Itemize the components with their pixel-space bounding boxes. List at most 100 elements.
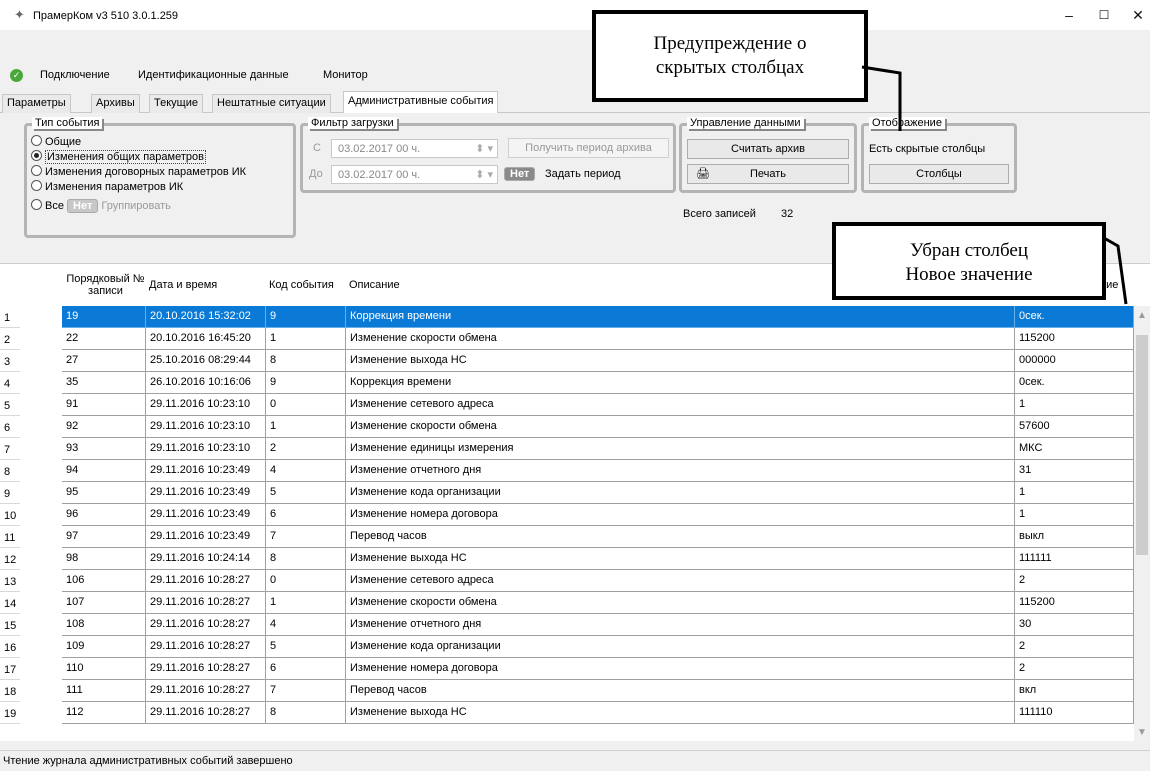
cell-datetime[interactable]: 25.10.2016 08:29:44 xyxy=(146,350,266,372)
cell-value[interactable]: вкл xyxy=(1015,680,1134,702)
cell-event-code[interactable]: 7 xyxy=(266,526,346,548)
cell-value[interactable]: 31 xyxy=(1015,460,1134,482)
cell-datetime[interactable]: 29.11.2016 10:28:27 xyxy=(146,702,266,724)
get-archive-period-button[interactable]: Получить период архива xyxy=(508,138,669,158)
menu-connection[interactable]: Подключение xyxy=(40,69,110,81)
radio-all-circle[interactable] xyxy=(31,199,42,210)
cell-description[interactable]: Изменение отчетного дня xyxy=(346,460,1015,482)
cell-event-code[interactable]: 5 xyxy=(266,636,346,658)
cell-value[interactable]: МКС xyxy=(1015,438,1134,460)
cell-value[interactable]: 0сек. xyxy=(1015,306,1134,328)
table-row[interactable]: 16 109 29.11.2016 10:28:27 5 Изменение кода … xyxy=(0,636,1134,658)
cell-event-code[interactable]: 8 xyxy=(266,350,346,372)
menu-monitor[interactable]: Монитор xyxy=(323,69,368,81)
cell-event-code[interactable]: 1 xyxy=(266,592,346,614)
cell-datetime[interactable]: 29.11.2016 10:28:27 xyxy=(146,614,266,636)
header-datetime[interactable]: Дата и время xyxy=(146,264,263,306)
radio-contract-params-circle[interactable] xyxy=(31,165,42,176)
cell-description[interactable]: Изменение кода организации xyxy=(346,636,1015,658)
cell-record-number[interactable]: 91 xyxy=(62,394,146,416)
print-button[interactable]: 🖨 Печать xyxy=(687,164,849,184)
cell-record-number[interactable]: 19 xyxy=(62,306,146,328)
cell-record-number[interactable]: 22 xyxy=(62,328,146,350)
cell-datetime[interactable]: 29.11.2016 10:23:49 xyxy=(146,504,266,526)
cell-datetime[interactable]: 29.11.2016 10:23:10 xyxy=(146,394,266,416)
tab-emergency[interactable]: Нештатные ситуации xyxy=(212,94,331,113)
cell-description[interactable]: Изменение выхода НС xyxy=(346,548,1015,570)
menu-identification[interactable]: Идентификационные данные xyxy=(138,69,289,81)
table-row[interactable]: 19 112 29.11.2016 10:28:27 8 Изменение выход… xyxy=(0,702,1134,724)
cell-record-number[interactable]: 92 xyxy=(62,416,146,438)
cell-value[interactable]: 115200 xyxy=(1015,592,1134,614)
table-row[interactable]: 18 111 29.11.2016 10:28:27 7 Перевод часов вк… xyxy=(0,680,1134,702)
radio-contract-params[interactable]: Изменения договорных параметров ИК xyxy=(31,165,246,179)
cell-datetime[interactable]: 29.11.2016 10:28:27 xyxy=(146,636,266,658)
cell-value[interactable]: 30 xyxy=(1015,614,1134,636)
to-spin-icon[interactable]: ⬍ ▾ xyxy=(475,168,493,181)
table-row[interactable]: 5 91 29.11.2016 10:23:10 0 Изменение сетевог… xyxy=(0,394,1134,416)
cell-event-code[interactable]: 4 xyxy=(266,614,346,636)
cell-value[interactable]: 000000 xyxy=(1015,350,1134,372)
cell-record-number[interactable]: 98 xyxy=(62,548,146,570)
table-row[interactable]: 3 27 25.10.2016 08:29:44 8 Изменение выхода … xyxy=(0,350,1134,372)
cell-datetime[interactable]: 29.11.2016 10:23:10 xyxy=(146,438,266,460)
from-spin-icon[interactable]: ⬍ ▾ xyxy=(475,142,493,155)
cell-description[interactable]: Коррекция времени xyxy=(346,306,1015,328)
cell-event-code[interactable]: 2 xyxy=(266,438,346,460)
cell-description[interactable]: Изменение выхода НС xyxy=(346,702,1015,724)
table-row[interactable]: 7 93 29.11.2016 10:23:10 2 Изменение единицы… xyxy=(0,438,1134,460)
table-row[interactable]: 1 19 20.10.2016 15:32:02 9 Коррекция времени… xyxy=(0,306,1134,328)
table-row[interactable]: 13 106 29.11.2016 10:28:27 0 Изменение сетев… xyxy=(0,570,1134,592)
cell-event-code[interactable]: 9 xyxy=(266,306,346,328)
tab-admin-events[interactable]: Административные события xyxy=(343,91,499,114)
read-archive-button[interactable]: Считать архив xyxy=(687,139,849,159)
cell-datetime[interactable]: 29.11.2016 10:23:49 xyxy=(146,460,266,482)
cell-datetime[interactable]: 29.11.2016 10:23:10 xyxy=(146,416,266,438)
tab-archives[interactable]: Архивы xyxy=(91,94,140,113)
cell-datetime[interactable]: 29.11.2016 10:28:27 xyxy=(146,570,266,592)
table-row[interactable]: 9 95 29.11.2016 10:23:49 5 Изменение кода ор… xyxy=(0,482,1134,504)
to-date-field[interactable]: 03.02.2017 00 ч. ⬍ ▾ xyxy=(331,165,498,184)
cell-datetime[interactable]: 20.10.2016 16:45:20 xyxy=(146,328,266,350)
cell-record-number[interactable]: 94 xyxy=(62,460,146,482)
from-date-field[interactable]: 03.02.2017 00 ч. ⬍ ▾ xyxy=(331,139,498,158)
cell-description[interactable]: Изменение выхода НС xyxy=(346,350,1015,372)
cell-description[interactable]: Перевод часов xyxy=(346,526,1015,548)
radio-ik-params[interactable]: Изменения параметров ИК xyxy=(31,180,183,194)
table-row[interactable]: 11 97 29.11.2016 10:23:49 7 Перевод часов вык… xyxy=(0,526,1134,548)
cell-datetime[interactable]: 26.10.2016 10:16:06 xyxy=(146,372,266,394)
vertical-scrollbar[interactable]: ▲ ▼ xyxy=(1134,306,1150,742)
maximize-button[interactable]: ☐ xyxy=(1094,6,1114,24)
cell-event-code[interactable]: 0 xyxy=(266,394,346,416)
cell-value[interactable]: 2 xyxy=(1015,570,1134,592)
cell-datetime[interactable]: 29.11.2016 10:28:27 xyxy=(146,592,266,614)
radio-common-params[interactable]: Изменения общих параметров xyxy=(31,150,206,164)
cell-description[interactable]: Изменение отчетного дня xyxy=(346,614,1015,636)
cell-value[interactable]: 111110 xyxy=(1015,702,1134,724)
cell-description[interactable]: Изменение скорости обмена xyxy=(346,416,1015,438)
cell-datetime[interactable]: 29.11.2016 10:24:14 xyxy=(146,548,266,570)
cell-record-number[interactable]: 96 xyxy=(62,504,146,526)
minimize-button[interactable]: – xyxy=(1059,6,1079,24)
cell-description[interactable]: Изменение кода организации xyxy=(346,482,1015,504)
scroll-up-icon[interactable]: ▲ xyxy=(1137,310,1147,321)
period-toggle[interactable]: Нет xyxy=(504,167,536,181)
cell-description[interactable]: Изменение сетевого адреса xyxy=(346,394,1015,416)
cell-record-number[interactable]: 112 xyxy=(62,702,146,724)
tab-parameters[interactable]: Параметры xyxy=(2,94,71,113)
table-row[interactable]: 8 94 29.11.2016 10:23:49 4 Изменение отчетно… xyxy=(0,460,1134,482)
cell-event-code[interactable]: 6 xyxy=(266,504,346,526)
cell-value[interactable]: 2 xyxy=(1015,636,1134,658)
cell-record-number[interactable]: 97 xyxy=(62,526,146,548)
cell-record-number[interactable]: 109 xyxy=(62,636,146,658)
cell-record-number[interactable]: 110 xyxy=(62,658,146,680)
cell-record-number[interactable]: 111 xyxy=(62,680,146,702)
columns-button[interactable]: Столбцы xyxy=(869,164,1009,184)
header-event-code[interactable]: Код события xyxy=(266,264,346,306)
table-row[interactable]: 2 22 20.10.2016 16:45:20 1 Изменение скорост… xyxy=(0,328,1134,350)
cell-datetime[interactable]: 29.11.2016 10:28:27 xyxy=(146,680,266,702)
table-row[interactable]: 6 92 29.11.2016 10:23:10 1 Изменение скорост… xyxy=(0,416,1134,438)
cell-description[interactable]: Изменение сетевого адреса xyxy=(346,570,1015,592)
table-row[interactable]: 12 98 29.11.2016 10:24:14 8 Изменение выхода… xyxy=(0,548,1134,570)
cell-event-code[interactable]: 8 xyxy=(266,548,346,570)
